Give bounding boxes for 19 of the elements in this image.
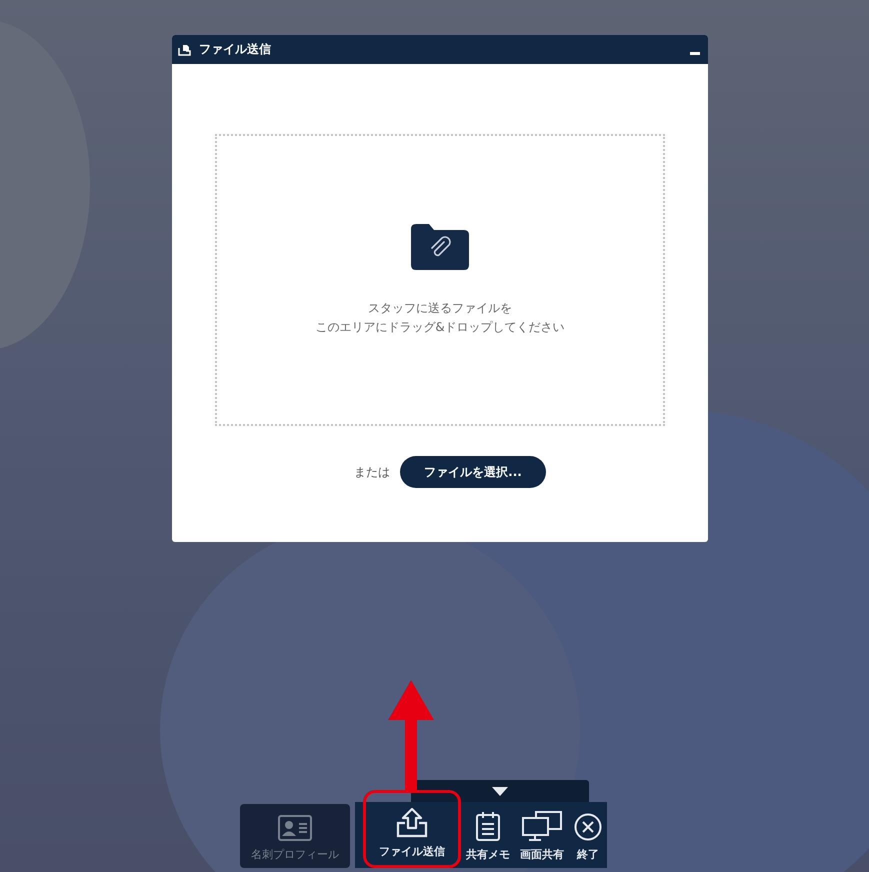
or-label: または: [354, 464, 390, 480]
select-file-button[interactable]: ファイルを選択...: [400, 456, 546, 488]
drop-instruction: スタッフに送るファイルを: [368, 300, 512, 317]
drop-instruction: このエリアにドラッグ&ドロップしてください: [315, 319, 565, 336]
toolbar-handle[interactable]: [411, 780, 589, 802]
caret-down-icon: [492, 786, 508, 796]
upload-icon: [396, 808, 428, 838]
close-icon: [574, 813, 602, 841]
toolbar-button[interactable]: 共有メモ: [461, 802, 515, 868]
folder-clip-icon: [411, 224, 469, 270]
toolbar-button[interactable]: 終了: [569, 802, 607, 868]
drop-zone[interactable]: スタッフに送るファイルを このエリアにドラッグ&ドロップしてください: [215, 134, 665, 426]
toolbar-button[interactable]: ファイル送信: [363, 790, 461, 868]
contact-card-icon: [278, 815, 312, 841]
upload-file-icon: [178, 43, 191, 56]
dialog-title: ファイル送信: [199, 41, 272, 58]
notepad-icon: [476, 811, 500, 841]
screens-icon: [522, 811, 562, 841]
toolbar-button[interactable]: 画面共有: [515, 802, 569, 868]
